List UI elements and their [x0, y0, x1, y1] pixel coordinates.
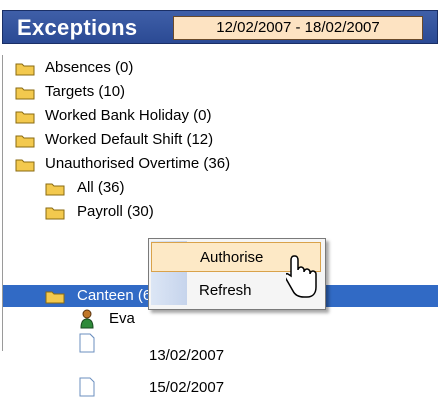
tree-node-worked-default-shift[interactable]: Worked Default Shift (12) [15, 129, 315, 151]
tree-node-date-2[interactable]: 15/02/2007 [79, 377, 279, 399]
tree-node-label: Worked Bank Holiday (0) [45, 107, 212, 124]
folder-open-icon [15, 159, 35, 172]
tree-node-label: Canteen (6) [77, 287, 157, 304]
document-icon [79, 377, 95, 397]
exceptions-header: Exceptions 12/02/2007 - 18/02/2007 [2, 10, 438, 44]
tree-node-all[interactable]: All (36) [45, 177, 305, 199]
folder-icon [15, 135, 35, 148]
tree-node-date-1[interactable]: 13/02/2007 [79, 333, 279, 377]
document-icon [79, 333, 95, 353]
menu-item-label: Refresh [199, 282, 252, 299]
tree-node-targets[interactable]: Targets (10) [15, 81, 315, 103]
tree-node-label: Payroll (30) [77, 203, 154, 220]
folder-icon [45, 291, 65, 304]
mouse-pointer-icon [286, 255, 317, 298]
tree-node-label: Targets (10) [45, 83, 126, 100]
date-label: 13/02/2007 [149, 347, 225, 364]
folder-icon [15, 63, 35, 76]
folder-icon [15, 87, 35, 100]
date-label: 15/02/2007 [149, 379, 225, 396]
folder-icon [45, 207, 65, 220]
tree-node-label: Absences (0) [45, 59, 134, 76]
tree-node-payroll[interactable]: Payroll (30) [45, 201, 305, 223]
folder-icon [45, 183, 65, 196]
tree-node-label: Unauthorised Overtime (36) [45, 155, 231, 172]
tree-node-label: Worked Default Shift (12) [45, 131, 214, 148]
tree-node-unauthorised-overtime[interactable]: Unauthorised Overtime (36) [15, 153, 315, 175]
date-range-field[interactable]: 12/02/2007 - 18/02/2007 [173, 16, 423, 40]
menu-item-label: Authorise [200, 249, 264, 266]
tree-node-absences[interactable]: Absences (0) [15, 57, 315, 79]
tree-node-worked-bank-holiday[interactable]: Worked Bank Holiday (0) [15, 105, 315, 127]
tree-node-label: All (36) [77, 179, 125, 196]
panel-title: Exceptions [17, 15, 138, 40]
folder-icon [15, 111, 35, 124]
